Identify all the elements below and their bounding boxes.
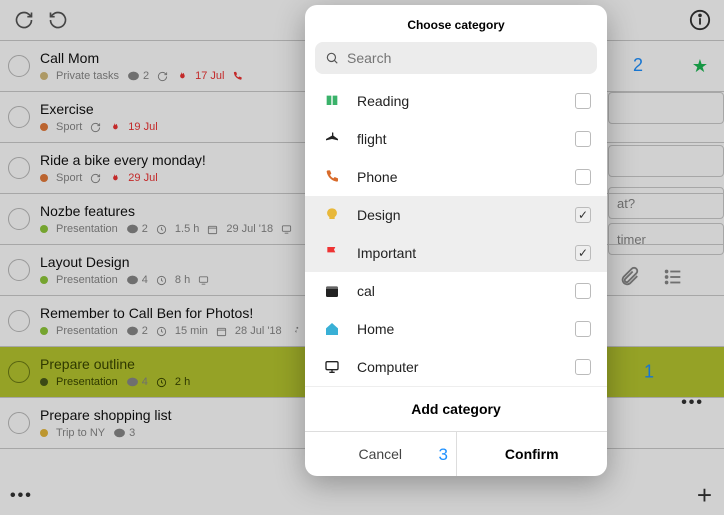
search-input[interactable] xyxy=(347,50,587,66)
calendar-icon xyxy=(323,282,341,300)
plane-icon xyxy=(323,130,341,148)
category-checkbox[interactable] xyxy=(575,207,591,223)
cancel-button[interactable]: Cancel xyxy=(305,432,457,476)
category-item-phone[interactable]: Phone xyxy=(305,158,607,196)
category-label: Design xyxy=(357,207,401,223)
category-label: Phone xyxy=(357,169,397,185)
modal-title: Choose category xyxy=(305,5,607,42)
category-item-design[interactable]: Design xyxy=(305,196,607,234)
category-modal: Choose category Reading flight Phone Design… xyxy=(305,5,607,476)
category-item-flight[interactable]: flight xyxy=(305,120,607,158)
category-item-computer[interactable]: Computer xyxy=(305,348,607,386)
flag-icon xyxy=(323,244,341,262)
category-checkbox[interactable] xyxy=(575,321,591,337)
phone-icon xyxy=(323,168,341,186)
category-checkbox[interactable] xyxy=(575,131,591,147)
category-label: Computer xyxy=(357,359,418,375)
search-icon xyxy=(325,51,339,65)
category-label: cal xyxy=(357,283,375,299)
category-checkbox[interactable] xyxy=(575,245,591,261)
category-label: Home xyxy=(357,321,394,337)
home-icon xyxy=(323,320,341,338)
add-category-button[interactable]: Add category xyxy=(305,386,607,431)
category-checkbox[interactable] xyxy=(575,169,591,185)
category-label: flight xyxy=(357,131,387,147)
category-item-home[interactable]: Home xyxy=(305,310,607,348)
category-label: Reading xyxy=(357,93,409,109)
category-item-cal[interactable]: cal xyxy=(305,272,607,310)
category-list: Reading flight Phone Design Important cal Home… xyxy=(305,82,607,386)
category-checkbox[interactable] xyxy=(575,93,591,109)
category-item-important[interactable]: Important xyxy=(305,234,607,272)
helper-3: 3 xyxy=(439,445,448,465)
category-checkbox[interactable] xyxy=(575,359,591,375)
category-checkbox[interactable] xyxy=(575,283,591,299)
bulb-icon xyxy=(323,206,341,224)
confirm-button[interactable]: 3 Confirm xyxy=(457,432,608,476)
category-label: Important xyxy=(357,245,416,261)
book-icon xyxy=(323,92,341,110)
monitor-icon xyxy=(323,358,341,376)
category-item-reading[interactable]: Reading xyxy=(305,82,607,120)
search-box[interactable] xyxy=(315,42,597,74)
